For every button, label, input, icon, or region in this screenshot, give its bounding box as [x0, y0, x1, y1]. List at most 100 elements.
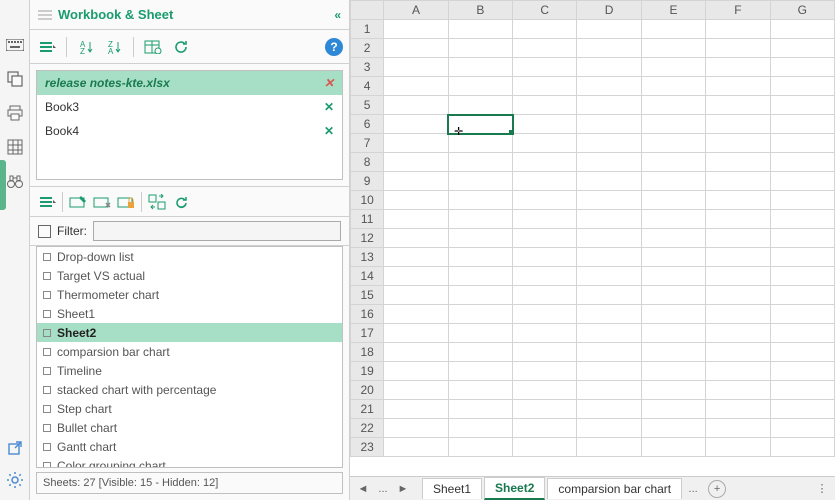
cell[interactable] — [448, 381, 512, 400]
row-header[interactable]: 23 — [351, 438, 384, 457]
cell[interactable] — [770, 400, 834, 419]
cell[interactable] — [448, 115, 512, 134]
row-header[interactable]: 9 — [351, 172, 384, 191]
tab-more[interactable]: ... — [684, 480, 702, 498]
row-header[interactable]: 18 — [351, 343, 384, 362]
sheet-item[interactable]: stacked chart with percentage — [37, 380, 342, 399]
cell[interactable] — [513, 210, 577, 229]
sheet-list[interactable]: Drop-down listTarget VS actualThermomete… — [36, 246, 343, 468]
cell[interactable] — [448, 267, 512, 286]
sheet-item[interactable]: Color grouping chart — [37, 456, 342, 468]
cell[interactable] — [641, 400, 705, 419]
cell[interactable] — [706, 438, 770, 457]
cell[interactable] — [706, 191, 770, 210]
cell[interactable] — [577, 172, 641, 191]
cell[interactable] — [577, 343, 641, 362]
cell[interactable] — [513, 20, 577, 39]
cell[interactable] — [448, 362, 512, 381]
cell[interactable] — [448, 191, 512, 210]
cell[interactable] — [577, 419, 641, 438]
grid-icon[interactable] — [5, 137, 25, 157]
cell[interactable] — [513, 191, 577, 210]
cell[interactable] — [770, 438, 834, 457]
cell[interactable] — [384, 400, 448, 419]
cell[interactable] — [770, 58, 834, 77]
cell[interactable] — [770, 210, 834, 229]
column-header[interactable]: D — [577, 1, 641, 20]
cell[interactable] — [513, 58, 577, 77]
cell[interactable] — [641, 210, 705, 229]
cell[interactable] — [770, 267, 834, 286]
cell[interactable] — [706, 286, 770, 305]
cell[interactable] — [770, 20, 834, 39]
cell[interactable] — [706, 419, 770, 438]
cell[interactable] — [770, 248, 834, 267]
cell[interactable] — [384, 39, 448, 58]
row-header[interactable]: 12 — [351, 229, 384, 248]
cell[interactable] — [513, 286, 577, 305]
cell[interactable] — [641, 286, 705, 305]
cell[interactable] — [706, 77, 770, 96]
gear-icon[interactable] — [5, 470, 25, 490]
cell[interactable] — [706, 267, 770, 286]
cell[interactable] — [513, 134, 577, 153]
cell[interactable] — [384, 191, 448, 210]
cell[interactable] — [577, 134, 641, 153]
tab-options-icon[interactable]: ⋮ — [813, 480, 831, 498]
cell[interactable] — [513, 305, 577, 324]
cell[interactable] — [384, 115, 448, 134]
cell[interactable] — [448, 172, 512, 191]
cell[interactable] — [770, 39, 834, 58]
cell[interactable] — [770, 286, 834, 305]
cell[interactable] — [641, 77, 705, 96]
row-header[interactable]: 21 — [351, 400, 384, 419]
cell[interactable] — [641, 58, 705, 77]
cell[interactable] — [706, 115, 770, 134]
cell[interactable] — [513, 267, 577, 286]
sheet-item[interactable]: Sheet2 — [37, 323, 342, 342]
cell[interactable] — [513, 400, 577, 419]
cell[interactable] — [448, 210, 512, 229]
cell[interactable] — [384, 419, 448, 438]
cell[interactable] — [513, 343, 577, 362]
cell[interactable] — [384, 286, 448, 305]
cell[interactable] — [577, 286, 641, 305]
cell[interactable] — [513, 419, 577, 438]
cell[interactable] — [384, 267, 448, 286]
cell[interactable] — [577, 210, 641, 229]
cell[interactable] — [384, 438, 448, 457]
cell[interactable] — [706, 96, 770, 115]
cell[interactable] — [448, 134, 512, 153]
cell[interactable] — [770, 229, 834, 248]
cell[interactable] — [641, 362, 705, 381]
cell[interactable] — [706, 58, 770, 77]
swap-button[interactable] — [146, 191, 168, 213]
cell[interactable] — [384, 20, 448, 39]
cell[interactable] — [641, 248, 705, 267]
table-tool-button[interactable] — [142, 36, 164, 58]
menu-button[interactable] — [36, 191, 58, 213]
filter-checkbox[interactable] — [38, 225, 51, 238]
cell[interactable] — [384, 305, 448, 324]
close-workbook-icon[interactable]: ✕ — [324, 124, 334, 138]
column-header[interactable]: E — [641, 1, 705, 20]
cell[interactable] — [513, 381, 577, 400]
cell[interactable] — [513, 248, 577, 267]
cell[interactable] — [448, 153, 512, 172]
menu-button[interactable] — [36, 36, 58, 58]
cell[interactable] — [513, 115, 577, 134]
cell[interactable] — [770, 343, 834, 362]
rename-button[interactable] — [67, 191, 89, 213]
row-header[interactable]: 20 — [351, 381, 384, 400]
sheet-item[interactable]: Sheet1 — [37, 304, 342, 323]
workbook-item[interactable]: Book3 ✕ — [37, 95, 342, 119]
collapse-button[interactable]: « — [334, 8, 341, 22]
cell[interactable] — [577, 153, 641, 172]
refresh-sheets-button[interactable] — [170, 191, 192, 213]
cell[interactable] — [577, 20, 641, 39]
cell[interactable] — [448, 77, 512, 96]
column-header[interactable]: G — [770, 1, 834, 20]
close-workbook-icon[interactable]: ✕ — [324, 76, 334, 90]
cell[interactable] — [448, 286, 512, 305]
cell[interactable] — [706, 134, 770, 153]
